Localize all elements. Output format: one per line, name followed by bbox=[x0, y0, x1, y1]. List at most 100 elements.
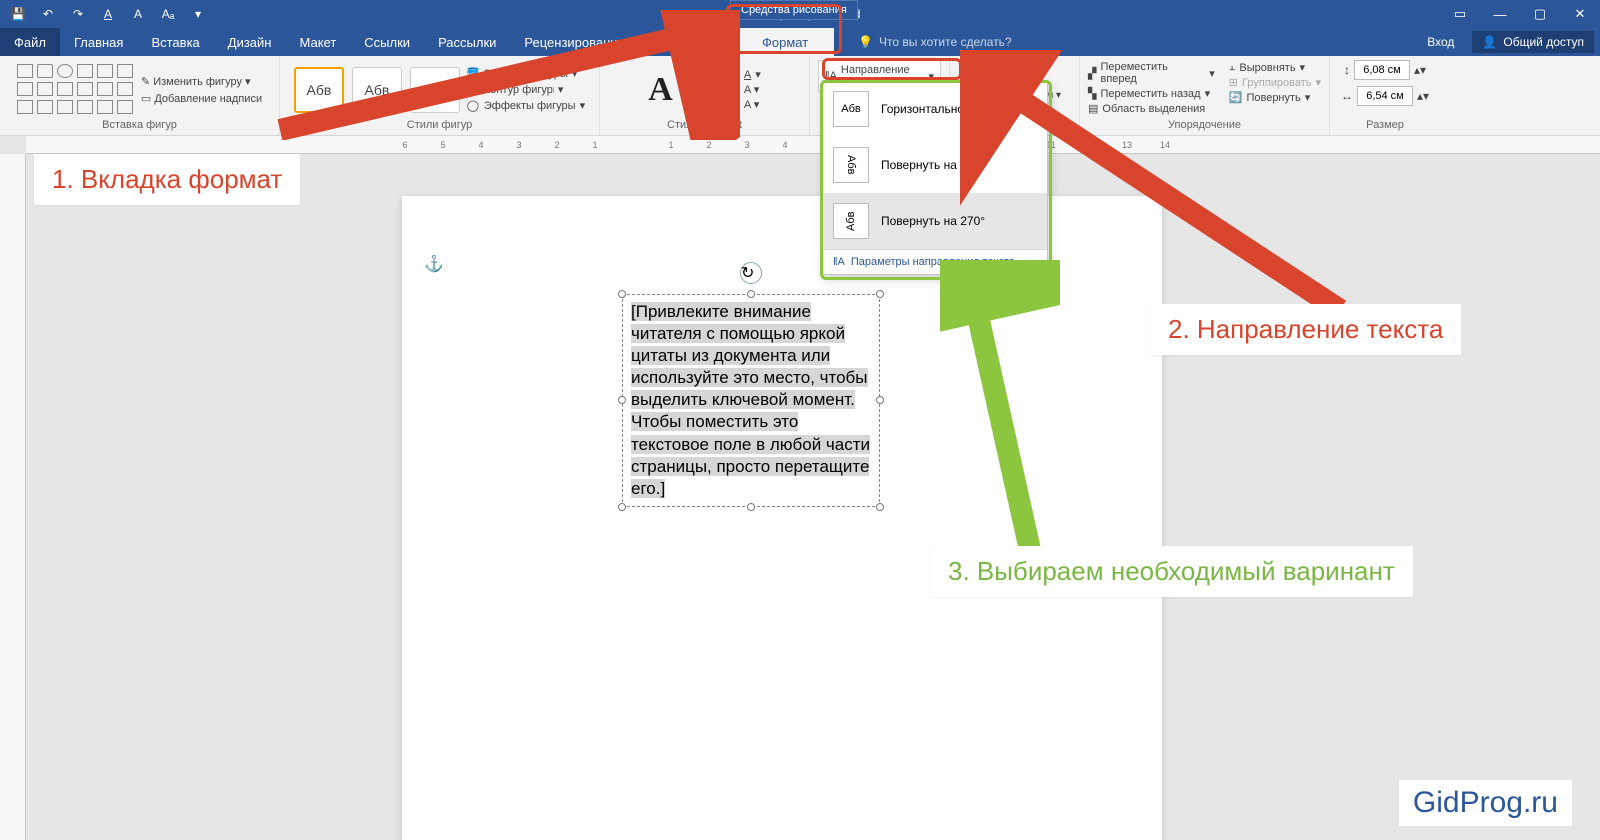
tell-me-search[interactable]: 💡 Что вы хотите сделать? bbox=[858, 28, 1012, 56]
qat-more-icon[interactable]: ▾ bbox=[186, 2, 210, 26]
group-label: Вставка фигур bbox=[102, 119, 177, 133]
dropdown-item-rotate-90[interactable]: Абв Повернуть на 90° bbox=[823, 137, 1047, 193]
resize-handle[interactable] bbox=[876, 503, 884, 511]
text-outline-button[interactable]: A ▾ bbox=[744, 83, 761, 96]
tab-insert[interactable]: Вставка bbox=[137, 28, 213, 56]
resize-handle[interactable] bbox=[747, 290, 755, 298]
effects-icon: ◯ bbox=[466, 99, 480, 113]
font-icon[interactable]: A bbox=[126, 2, 150, 26]
sign-in-link[interactable]: Вход bbox=[1413, 35, 1468, 49]
style-thumb[interactable]: Абв bbox=[410, 67, 460, 113]
minimize-icon[interactable]: — bbox=[1480, 0, 1520, 28]
shape-outline-button[interactable]: ✏Контур фигуры ▾ bbox=[466, 83, 585, 97]
group-label: Стили фигур bbox=[407, 119, 472, 133]
wordart-thumb[interactable]: А bbox=[713, 71, 738, 109]
annotation-callout-3: 3. Выбираем необходимый варинант bbox=[930, 546, 1413, 597]
tab-file[interactable]: Файл bbox=[0, 28, 60, 56]
resize-handle[interactable] bbox=[618, 503, 626, 511]
bring-forward-button[interactable]: ▞ Переместить вперед ▾ bbox=[1088, 60, 1215, 86]
group-button[interactable]: ⊞ Группировать ▾ bbox=[1229, 75, 1321, 90]
height-input[interactable] bbox=[1354, 60, 1410, 80]
spinner-icon[interactable]: ▴▾ bbox=[1417, 89, 1429, 103]
rotate-handle[interactable]: ↻ bbox=[740, 262, 762, 284]
dropdown-item-label: Повернуть на 90° bbox=[881, 158, 978, 172]
ribbon: ✎ Изменить фигуру ▾ ▭ Добавление надписи… bbox=[0, 56, 1600, 136]
close-icon[interactable]: ✕ bbox=[1560, 0, 1600, 28]
group-label: Размер bbox=[1366, 119, 1404, 133]
fill-icon: 🪣 bbox=[466, 67, 480, 81]
selection-pane-label: Область выделения bbox=[1102, 103, 1205, 115]
dropdown-item-label: Параметры направления текста... bbox=[851, 256, 1024, 268]
tab-design[interactable]: Дизайн bbox=[214, 28, 286, 56]
save-icon[interactable]: 💾 bbox=[6, 2, 30, 26]
text-direction-dropdown: Абв Горизонтально Абв Повернуть на 90° А… bbox=[822, 80, 1048, 275]
text-fill-button[interactable]: A ▾ bbox=[744, 68, 761, 81]
horizontal-ruler[interactable]: 6543211234567891011121314 bbox=[26, 136, 1600, 154]
tab-format[interactable]: Формат bbox=[736, 28, 834, 56]
tab-review[interactable]: Рецензирование bbox=[510, 28, 638, 56]
height-icon: ↕ bbox=[1344, 63, 1350, 77]
tab-references[interactable]: Ссылки bbox=[350, 28, 424, 56]
wordart-thumb[interactable]: А bbox=[681, 71, 706, 109]
bulb-icon: 💡 bbox=[858, 35, 873, 49]
add-caption-label: Добавление надписи bbox=[154, 93, 262, 105]
dropdown-item-rotate-270[interactable]: Абв Повернуть на 270° bbox=[823, 193, 1047, 249]
text-effects-button[interactable]: A ▾ bbox=[744, 98, 761, 111]
document-area[interactable]: ⚓ ↻ [Привлеките внимание читателя с помо… bbox=[26, 154, 1600, 840]
window-controls: ▭ — ▢ ✕ bbox=[1440, 0, 1600, 28]
share-button[interactable]: 👤 Общий доступ bbox=[1472, 31, 1594, 53]
shapes-gallery[interactable] bbox=[17, 64, 135, 116]
group-btn-label: Группировать bbox=[1242, 77, 1312, 89]
align-button[interactable]: ⫠ Выровнять ▾ bbox=[1229, 60, 1321, 75]
title-bar: 💾 ↶ ↷ A A Aₐ ▾ Текст примера - Word Сред… bbox=[0, 0, 1600, 28]
selection-pane-button[interactable]: ▤ Область выделения bbox=[1088, 101, 1215, 116]
params-icon: ‖A bbox=[833, 256, 845, 268]
textbox[interactable]: [Привлеките внимание читателя с помощью … bbox=[622, 294, 880, 507]
group-shape-styles: Абв Абв Абв 🪣Заливка фигуры ▾ ✏Контур фи… bbox=[280, 56, 600, 135]
ribbon-tabs: Файл Главная Вставка Дизайн Макет Ссылки… bbox=[0, 28, 1600, 56]
shape-style-gallery[interactable]: Абв Абв Абв bbox=[294, 67, 460, 113]
dropdown-item-horizontal[interactable]: Абв Горизонтально bbox=[823, 81, 1047, 137]
edit-shape-button[interactable]: ✎ Изменить фигуру ▾ bbox=[141, 75, 262, 88]
shape-effects-button[interactable]: ◯Эффекты фигуры ▾ bbox=[466, 99, 585, 113]
thumb-icon: Абв bbox=[833, 91, 869, 127]
style-thumb[interactable]: Абв bbox=[352, 67, 402, 113]
width-input[interactable] bbox=[1357, 86, 1413, 106]
resize-handle[interactable] bbox=[618, 396, 626, 404]
edit-shape-label: Изменить фигуру bbox=[153, 76, 242, 88]
resize-handle[interactable] bbox=[747, 503, 755, 511]
thumb-icon: Абв bbox=[833, 147, 869, 183]
workspace: 6543211234567891011121314 ⚓ ↻ [Привлекит… bbox=[0, 136, 1600, 840]
resize-handle[interactable] bbox=[876, 290, 884, 298]
textbox-container[interactable]: ↻ [Привлеките внимание читателя с помощь… bbox=[622, 262, 880, 507]
redo-icon[interactable]: ↷ bbox=[66, 2, 90, 26]
font-color-icon[interactable]: A bbox=[96, 2, 120, 26]
maximize-icon[interactable]: ▢ bbox=[1520, 0, 1560, 28]
resize-handle[interactable] bbox=[618, 290, 626, 298]
group-size: ↕▴▾ ↔▴▾ Размер bbox=[1330, 56, 1440, 135]
rotate-button[interactable]: 🔄 Повернуть ▾ bbox=[1229, 90, 1321, 105]
shape-fill-button[interactable]: 🪣Заливка фигуры ▾ bbox=[466, 67, 585, 81]
outline-icon: ✏ bbox=[466, 83, 480, 97]
tab-mailings[interactable]: Рассылки bbox=[424, 28, 510, 56]
style-thumb[interactable]: Абв bbox=[294, 67, 344, 113]
send-backward-button[interactable]: ▚ Переместить назад ▾ bbox=[1088, 86, 1215, 101]
undo-icon[interactable]: ↶ bbox=[36, 2, 60, 26]
wordart-thumb[interactable]: А bbox=[648, 71, 673, 109]
textbox-content[interactable]: [Привлеките внимание читателя с помощью … bbox=[631, 302, 870, 498]
tab-layout[interactable]: Макет bbox=[285, 28, 350, 56]
tab-home[interactable]: Главная bbox=[60, 28, 137, 56]
quick-access-toolbar: 💾 ↶ ↷ A A Aₐ ▾ bbox=[0, 2, 216, 26]
vertical-ruler[interactable] bbox=[0, 154, 26, 840]
spinner-icon[interactable]: ▴▾ bbox=[1414, 63, 1426, 77]
wordart-gallery[interactable]: А А А bbox=[648, 71, 738, 109]
ribbon-options-icon[interactable]: ▭ bbox=[1440, 0, 1480, 28]
tab-view[interactable]: Вид bbox=[639, 28, 691, 56]
dropdown-item-params[interactable]: ‖A Параметры направления текста... bbox=[823, 249, 1047, 274]
styles-icon[interactable]: Aₐ bbox=[156, 2, 180, 26]
group-wordart: А А А A ▾ A ▾ A ▾ Стили WordArt bbox=[600, 56, 810, 135]
bring-forward-label: Переместить вперед bbox=[1100, 61, 1205, 85]
shape-fill-label: Заливка фигуры bbox=[484, 68, 568, 80]
add-caption-button[interactable]: ▭ Добавление надписи bbox=[141, 92, 262, 105]
annotation-callout-1: 1. Вкладка формат bbox=[34, 154, 300, 205]
